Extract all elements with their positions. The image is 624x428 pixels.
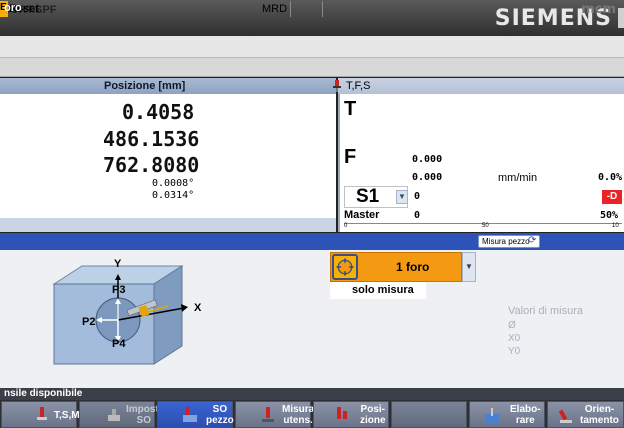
orientation-icon (558, 409, 572, 423)
softkey-position[interactable]: Posi- zione (313, 401, 389, 428)
cycle-title: oro (4, 2, 22, 14)
point-p3-label: P3 (112, 284, 126, 296)
settings-icon (108, 409, 120, 421)
spindle-value: 0 (414, 191, 421, 202)
position-value-angle: 0.0314° (152, 190, 195, 201)
tool-icon (333, 80, 341, 92)
tool-spindle-icon (37, 407, 47, 420)
tfs-title: T,F,S (346, 80, 371, 92)
feed-actual: 0.000 (412, 172, 443, 183)
softkey-label: Orien- tamento (580, 404, 619, 426)
position-title: Posizione [mm] (104, 80, 186, 92)
results-title: Valori di misura (508, 305, 583, 317)
feed-unit: mm/min (498, 172, 538, 184)
softkey-label: Elabo- rare (510, 404, 541, 426)
softkey-process[interactable]: Elabo- rare (469, 401, 545, 428)
message-text: nsile disponibile (4, 388, 83, 399)
spindle-label: S1 (356, 186, 380, 207)
position-header: Posizione [mm] (0, 78, 336, 94)
tool-label: T (344, 98, 357, 120)
scale-tick: 50 (482, 223, 489, 229)
softkey-label: Posi- zione (360, 404, 386, 426)
hole-count-value: 1 foro (396, 260, 430, 274)
bore-measure-diagram (52, 265, 188, 365)
result-y0: Y0 (508, 346, 521, 357)
master-label: Master (344, 209, 380, 221)
position-value: 486.1536 (103, 127, 200, 151)
master-value: 0 (414, 210, 421, 221)
status-line (0, 58, 624, 77)
measure-mode-value: solo misura (352, 284, 414, 296)
window-edge (618, 8, 624, 28)
axis-y-label: Y (114, 258, 122, 270)
softkey-label: SO pezzo (206, 404, 234, 426)
result-x0: X0 (508, 333, 521, 344)
feed-override: 0.0% (598, 172, 623, 183)
status-separator (290, 1, 291, 17)
workpiece-icon (183, 407, 197, 422)
position-panel-footer (0, 218, 336, 232)
tfs-panel[interactable] (338, 94, 624, 232)
softkey-label: Misura utens. (282, 404, 315, 426)
scale-tick: 10 (612, 223, 619, 229)
point-p4-label: P4 (112, 338, 126, 350)
feed-label: F (344, 146, 357, 168)
measure-workpiece-label: Misura pezzo (482, 237, 530, 246)
spindle-override: 50% (600, 210, 619, 221)
result-diameter: Ø (508, 320, 516, 331)
program-line (0, 36, 624, 58)
measure-tool-icon (262, 407, 274, 422)
softkey-empty[interactable] (391, 401, 467, 428)
mcm-logo: mcm (581, 2, 616, 17)
message-bar (0, 388, 624, 400)
feed-value: 0.000 (412, 154, 443, 165)
chevron-down-icon[interactable]: ▼ (396, 190, 408, 204)
softkey-measure-tool[interactable]: Misura utens. (235, 401, 315, 428)
chevron-down-icon[interactable]: ▼ (462, 252, 476, 282)
process-icon (485, 408, 499, 423)
scale-tick: 0 (344, 223, 348, 229)
position-value: 762.8080 (103, 153, 200, 177)
tfs-header: T,F,S (338, 78, 624, 94)
position-icon (337, 407, 347, 419)
point-p2-label: P2 (82, 316, 96, 328)
axis-x-label: X (194, 302, 202, 314)
bore-icon (332, 254, 358, 280)
softkey-tsm[interactable]: T,S,M (1, 401, 80, 428)
mrd-indicator: MRD (262, 3, 288, 15)
softkey-orientation[interactable]: Orien- tamento (547, 401, 624, 428)
softkey-label: T,S,M (54, 410, 80, 421)
spindle-direction-indicator: -D (602, 190, 622, 204)
softkey-so-workpiece[interactable]: SO pezzo (157, 401, 234, 428)
softkey-settings-so[interactable]: Impost. SO (79, 401, 162, 428)
position-value-angle: 0.0008° (152, 178, 195, 189)
position-value: 0.4058 (122, 100, 195, 124)
refresh-icon: ⟳ (528, 235, 537, 246)
status-separator (322, 1, 323, 17)
